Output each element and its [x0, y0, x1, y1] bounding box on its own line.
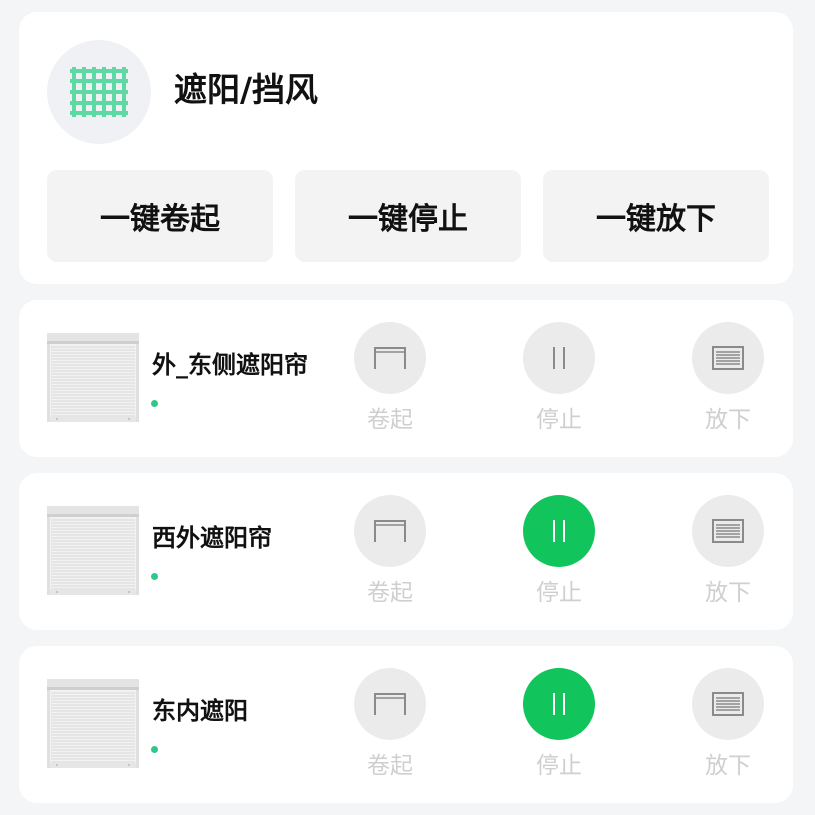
roll-up-button[interactable]: 卷起 [345, 322, 435, 442]
device-card: 外_东侧遮阳帘 卷起 停止 放下 [19, 300, 793, 457]
roll-up-button[interactable]: 卷起 [345, 668, 435, 788]
roller-shutter-icon [47, 333, 139, 424]
stop-button[interactable]: 停止 [514, 668, 604, 788]
device-card: 东内遮阳 卷起 停止 放下 [19, 646, 793, 803]
roller-shutter-icon [47, 679, 139, 770]
stop-label: 停止 [536, 580, 582, 606]
stop-button[interactable]: 停止 [514, 495, 604, 615]
lower-label: 放下 [705, 407, 751, 433]
pause-icon [523, 495, 595, 567]
status-online-dot [151, 400, 158, 407]
roll-up-label: 卷起 [367, 753, 413, 779]
roll-up-button[interactable]: 卷起 [345, 495, 435, 615]
roll-up-icon [354, 495, 426, 567]
roll-up-icon [354, 322, 426, 394]
roll-up-label: 卷起 [367, 580, 413, 606]
lower-button[interactable]: 放下 [683, 322, 773, 442]
pause-icon [523, 322, 595, 394]
stop-label: 停止 [536, 407, 582, 433]
lower-icon [692, 668, 764, 740]
lower-button[interactable]: 放下 [683, 495, 773, 615]
group-card: 遮阳/挡风 一键卷起 一键停止 一键放下 [19, 12, 793, 284]
lower-icon [692, 322, 764, 394]
lower-label: 放下 [705, 580, 751, 606]
roll-up-all-button[interactable]: 一键卷起 [47, 170, 273, 262]
pause-icon [523, 668, 595, 740]
roll-up-icon [354, 668, 426, 740]
stop-button[interactable]: 停止 [514, 322, 604, 442]
shade-net-icon [47, 40, 151, 144]
lower-all-button[interactable]: 一键放下 [543, 170, 769, 262]
device-name: 东内遮阳 [152, 697, 248, 725]
roller-shutter-icon [47, 506, 139, 597]
device-name: 西外遮阳帘 [152, 524, 272, 552]
group-title: 遮阳/挡风 [174, 70, 319, 109]
device-name: 外_东侧遮阳帘 [152, 351, 308, 379]
status-online-dot [151, 573, 158, 580]
lower-label: 放下 [705, 753, 751, 779]
lower-icon [692, 495, 764, 567]
stop-label: 停止 [536, 753, 582, 779]
device-card: 西外遮阳帘 卷起 停止 放下 [19, 473, 793, 630]
stop-all-button[interactable]: 一键停止 [295, 170, 521, 262]
status-online-dot [151, 746, 158, 753]
lower-button[interactable]: 放下 [683, 668, 773, 788]
roll-up-label: 卷起 [367, 407, 413, 433]
